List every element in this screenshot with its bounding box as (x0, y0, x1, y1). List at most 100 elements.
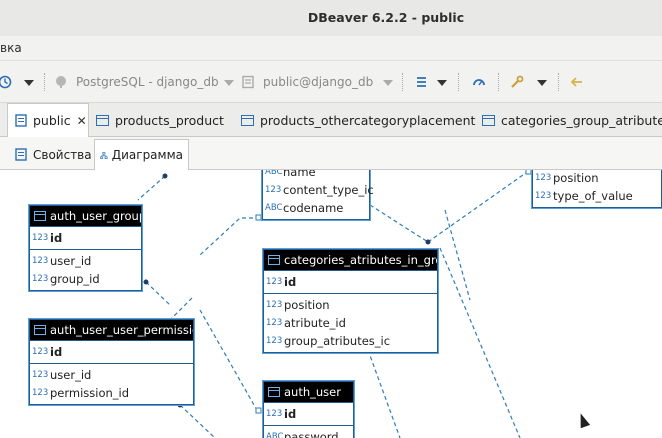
column-type-icon: 123 (32, 274, 49, 284)
relationship-anchor (525, 170, 532, 175)
entity-auth-user-user-permissions[interactable]: auth_user_user_permissions 123id 123user… (29, 319, 194, 405)
primary-key-row: 123 id (264, 273, 437, 291)
relationship-line (199, 217, 260, 256)
schema-icon (15, 114, 27, 127)
transaction-mode-button[interactable] (0, 72, 20, 92)
column-type-icon: 123 (266, 277, 283, 287)
column-name: id (50, 345, 63, 359)
tab-categories-group-atributes[interactable]: categories_group_atributes_i (482, 103, 662, 137)
active-schema-selector[interactable]: public@django_db (241, 72, 373, 92)
column-row: 123 position (264, 296, 437, 314)
chevron-down-icon[interactable] (224, 80, 234, 86)
tab-products-othercategoryplacement-label: products_othercategoryplacement (260, 112, 476, 128)
tab-categories-group-atributes-label: categories_group_atributes_i (501, 112, 662, 128)
entity-categories-atributes-in-group[interactable]: categories_atributes_in_group 123id 123p… (263, 249, 438, 353)
tab-products-othercategoryplacement[interactable]: products_othercategoryplacement (241, 103, 475, 137)
relationship-line (427, 170, 531, 243)
column-name: name (283, 170, 316, 179)
properties-icon (15, 148, 27, 161)
toolbar-separator (402, 73, 403, 91)
column-name: position (553, 171, 599, 185)
menu-item-help[interactable]: вка (0, 41, 22, 55)
entity-header: auth_user (264, 382, 353, 402)
column-name: user_id (50, 254, 92, 268)
entity-title: categories_atributes_in_group (284, 253, 437, 267)
column-type-icon: ABC (265, 170, 283, 177)
column-row: 123 atribute_id (264, 314, 437, 332)
postgresql-icon (56, 76, 66, 88)
table-icon (268, 387, 280, 397)
table-icon (241, 114, 254, 126)
relationship-endpoint (425, 239, 431, 245)
column-type-icon: ABC (266, 432, 284, 438)
entity-table-right-partial[interactable]: 123 position 123 type_of_value (532, 170, 662, 208)
entity-auth-user[interactable]: auth_user 123 id ABC password (263, 381, 354, 438)
chevron-down-icon[interactable] (437, 80, 447, 86)
entity-title: auth_user_user_permissions (50, 323, 193, 337)
column-type-icon: ABC (265, 203, 283, 213)
relationship-anchor (255, 407, 262, 414)
chevron-down-icon[interactable] (383, 80, 393, 86)
primary-key-row: 123 id (30, 343, 193, 361)
toolbar: PostgreSQL - django_db public@django_db (0, 61, 662, 103)
entity-table-top-partial[interactable]: ABC name 123 content_type_ic ABC codename (262, 170, 374, 220)
column-row: 123 permission_id (30, 384, 193, 402)
arrow-back-icon (570, 77, 582, 87)
dashboard-button[interactable] (472, 72, 494, 92)
column-row: ABC password (264, 428, 353, 438)
entity-header: auth_user_groups (30, 206, 141, 226)
back-navigation-button[interactable] (570, 72, 592, 92)
column-type-icon: 123 (535, 173, 552, 183)
active-schema-label: public@django_db (263, 75, 374, 89)
column-row: 123 user_id (30, 366, 193, 384)
table-icon (34, 325, 46, 335)
column-row: 123 group_atributes_ic (264, 332, 437, 350)
column-type-icon: 123 (32, 233, 49, 243)
er-diagram-canvas[interactable]: ABC name 123 content_type_ic ABC codename 1… (0, 170, 662, 438)
column-name: atribute_id (284, 316, 346, 330)
column-name: password (284, 430, 339, 438)
active-connection-label: PostgreSQL - django_db (76, 75, 219, 89)
entity-title: auth_user (284, 385, 341, 399)
column-name: group_id (50, 272, 100, 286)
column-row: ABC codename (263, 199, 369, 217)
entity-auth-user-groups[interactable]: auth_user_groups 123id 123user_id 123gro… (29, 205, 142, 291)
column-type-icon: 123 (266, 300, 283, 310)
table-icon (34, 211, 46, 221)
column-type-icon: 123 (265, 185, 282, 195)
tab-public-label: public (33, 113, 71, 128)
tab-properties[interactable]: Свойства (10, 139, 97, 170)
relationship-endpoint (143, 279, 149, 285)
diagram-icon (100, 151, 108, 159)
column-type-icon: 123 (535, 191, 552, 201)
schema-icon (242, 75, 254, 89)
relationship-line (444, 209, 471, 301)
table-icon (268, 255, 280, 265)
tools-button[interactable] (510, 72, 532, 92)
column-name: position (284, 298, 330, 312)
chevron-down-icon[interactable] (24, 80, 34, 86)
column-type-icon: 123 (266, 336, 283, 346)
relationship-line (179, 404, 216, 438)
primary-key-row: 123 id (30, 229, 141, 247)
table-icon (96, 114, 109, 126)
window-title: DBeaver 6.2.2 - public (307, 10, 465, 25)
active-connection-selector[interactable]: PostgreSQL - django_db (54, 72, 219, 92)
close-icon[interactable]: ✕ (77, 114, 87, 128)
column-row: 123 content_type_ic (263, 181, 374, 199)
column-name: codename (283, 201, 344, 215)
gauge-icon (473, 79, 485, 86)
tab-public[interactable]: public ✕ (7, 103, 89, 138)
chevron-down-icon[interactable] (537, 80, 547, 86)
editor-sub-tab-bar: Свойства Диаграмма (0, 137, 662, 171)
toolbar-separator (558, 73, 559, 91)
relationship-line (369, 204, 429, 243)
column-row: 123 user_id (30, 252, 141, 270)
list-icon (417, 77, 426, 87)
tab-products-product[interactable]: products_product (96, 103, 224, 137)
column-name: group_atributes_ic (284, 334, 391, 348)
tab-diagram[interactable]: Диаграмма (94, 139, 189, 171)
sql-editor-button[interactable] (414, 72, 436, 92)
relationship-anchor (255, 214, 262, 221)
relationship-line (145, 281, 171, 306)
